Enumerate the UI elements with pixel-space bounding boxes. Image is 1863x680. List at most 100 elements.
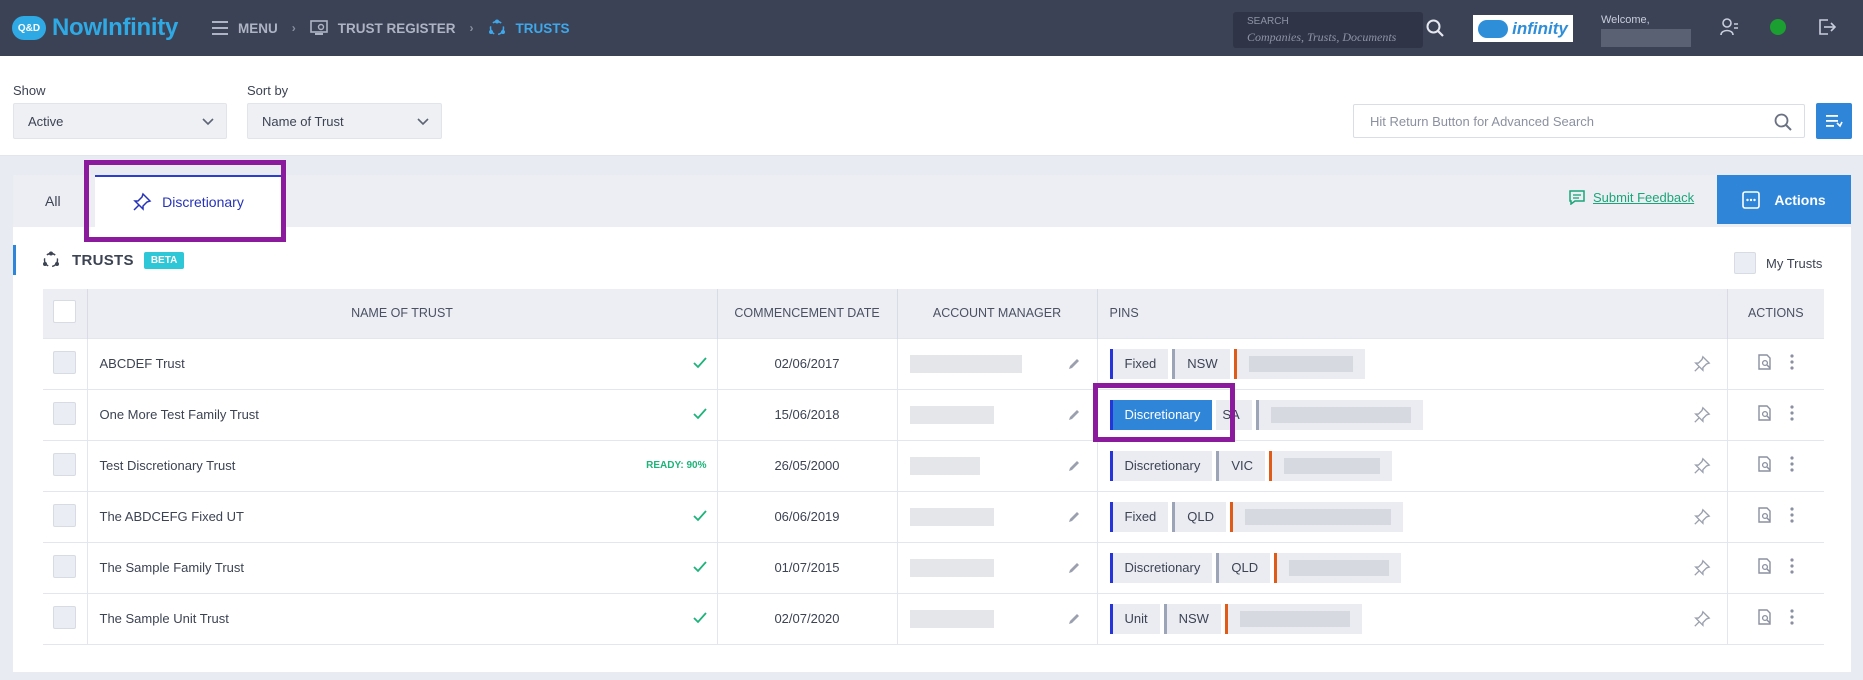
pin-state-tag[interactable]: NSW	[1163, 603, 1221, 634]
trust-name[interactable]: Test Discretionary Trust	[100, 458, 236, 473]
commencement-date: 26/05/2000	[717, 439, 898, 491]
more-vertical-icon[interactable]	[1789, 558, 1795, 574]
pin-type-tag[interactable]: Unit	[1109, 603, 1160, 634]
trust-name-cell[interactable]: The Sample Unit Trust	[87, 592, 718, 645]
table-row[interactable]: ABCDEF Trust 02/06/2017 Fixed NSW	[43, 337, 1824, 389]
view-document-icon[interactable]	[1757, 456, 1773, 472]
trust-name[interactable]: The Sample Family Trust	[100, 560, 245, 575]
add-pin-icon[interactable]	[1693, 406, 1711, 424]
account-manager-cell	[897, 388, 1098, 440]
add-pin-icon[interactable]	[1693, 559, 1711, 577]
edit-pencil-icon[interactable]	[1067, 612, 1081, 626]
pin-state-tag[interactable]: QLD	[1216, 552, 1271, 583]
pin-type-tag[interactable]: Discretionary	[1109, 552, 1213, 583]
add-pin-icon[interactable]	[1693, 508, 1711, 526]
search-icon[interactable]	[1426, 19, 1444, 37]
account-manager-redacted	[909, 405, 994, 424]
actions-button[interactable]: Actions	[1717, 175, 1851, 224]
table-row[interactable]: The ABDCEFG Fixed UT 06/06/2019 Fixed QLD	[43, 490, 1824, 542]
pin-list: Fixed QLD	[1109, 501, 1727, 532]
view-document-icon[interactable]	[1757, 507, 1773, 523]
row-checkbox[interactable]	[53, 401, 77, 425]
pin-redacted	[1239, 610, 1350, 627]
row-checkbox[interactable]	[53, 503, 77, 527]
pin-redacted-tag[interactable]	[1274, 552, 1402, 583]
pin-type-tag[interactable]: Fixed	[1109, 501, 1169, 532]
more-vertical-icon[interactable]	[1789, 405, 1795, 421]
view-document-icon[interactable]	[1757, 558, 1773, 574]
pin-state-tag[interactable]: SA	[1216, 399, 1252, 430]
edit-pencil-icon[interactable]	[1067, 510, 1081, 524]
tabs-row: All Discretionary Submit Feedback Action…	[13, 175, 1851, 227]
edit-pencil-icon[interactable]	[1067, 357, 1081, 371]
more-vertical-icon[interactable]	[1789, 456, 1795, 472]
tab-all[interactable]: All	[45, 193, 61, 209]
add-pin-icon[interactable]	[1693, 457, 1711, 475]
view-document-icon[interactable]	[1757, 405, 1773, 421]
user-settings-icon[interactable]	[1720, 18, 1738, 36]
pin-type-tag[interactable]: Fixed	[1109, 348, 1169, 379]
sort-select[interactable]: Name of Trust	[247, 103, 442, 139]
view-document-icon[interactable]	[1757, 354, 1773, 370]
add-pin-icon[interactable]	[1693, 610, 1711, 628]
table-row[interactable]: The Sample Family Trust 01/07/2015 Discret…	[43, 541, 1824, 593]
advanced-filter-button[interactable]	[1816, 103, 1852, 139]
edit-pencil-icon[interactable]	[1067, 408, 1081, 422]
pin-redacted-tag[interactable]	[1255, 399, 1423, 430]
pin-state-tag[interactable]: NSW	[1172, 348, 1230, 379]
trust-name-cell[interactable]: ABCDEF Trust	[87, 337, 718, 389]
table-row[interactable]: The Sample Unit Trust 02/07/2020 Unit NSW	[43, 592, 1824, 645]
header-name[interactable]: NAME OF TRUST	[87, 289, 718, 338]
trust-name-cell[interactable]: The ABDCEFG Fixed UT	[87, 490, 718, 542]
select-all-checkbox[interactable]	[53, 300, 77, 324]
add-pin-icon[interactable]	[1693, 355, 1711, 373]
my-trusts-checkbox[interactable]	[1734, 252, 1756, 274]
breadcrumb-trusts[interactable]: TRUSTS	[488, 19, 570, 37]
table-row[interactable]: One More Test Family Trust 15/06/2018 Disc…	[43, 388, 1824, 440]
more-vertical-icon[interactable]	[1789, 507, 1795, 523]
edit-pencil-icon[interactable]	[1067, 561, 1081, 575]
row-checkbox[interactable]	[53, 452, 77, 476]
trust-name-cell[interactable]: Test Discretionary Trust READY: 90%	[87, 439, 718, 491]
more-vertical-icon[interactable]	[1789, 609, 1795, 625]
trust-name-cell[interactable]: One More Test Family Trust	[87, 388, 718, 440]
row-actions-cell	[1727, 388, 1824, 440]
trust-name-cell[interactable]: The Sample Family Trust	[87, 541, 718, 593]
trust-name[interactable]: ABCDEF Trust	[100, 356, 185, 371]
row-checkbox[interactable]	[53, 554, 77, 578]
menu-button[interactable]: MENU	[212, 21, 278, 36]
trust-name[interactable]: The Sample Unit Trust	[100, 611, 229, 626]
my-trusts-toggle[interactable]: My Trusts	[1734, 252, 1822, 274]
pin-redacted-tag[interactable]	[1224, 603, 1362, 634]
edit-pencil-icon[interactable]	[1067, 459, 1081, 473]
breadcrumb-trust-register[interactable]: TRUST REGISTER	[309, 20, 456, 36]
pin-state-tag[interactable]: QLD	[1172, 501, 1227, 532]
advanced-search-input[interactable]	[1354, 105, 1754, 137]
app-logo[interactable]: Q&D NowInfinity	[12, 14, 178, 42]
logout-icon[interactable]	[1818, 18, 1836, 36]
pin-type-tag[interactable]: Discretionary	[1109, 399, 1213, 430]
breadcrumb: MENU › TRUST REGISTER › TRUSTS	[212, 0, 570, 56]
row-checkbox[interactable]	[53, 350, 77, 374]
header-date[interactable]: COMMENCEMENT DATE	[717, 289, 898, 338]
pin-redacted-tag[interactable]	[1233, 348, 1365, 379]
tab-discretionary[interactable]: Discretionary	[95, 175, 281, 227]
pin-state-tag[interactable]: VIC	[1216, 450, 1266, 481]
search-icon[interactable]	[1774, 113, 1792, 131]
table-row[interactable]: Test Discretionary Trust READY: 90% 26/05/…	[43, 439, 1824, 491]
trust-name[interactable]: The ABDCEFG Fixed UT	[100, 509, 244, 524]
header-manager[interactable]: ACCOUNT MANAGER	[897, 289, 1098, 338]
pin-redacted-tag[interactable]	[1230, 501, 1404, 532]
trust-name[interactable]: One More Test Family Trust	[100, 407, 259, 422]
pin-redacted-tag[interactable]	[1269, 450, 1393, 481]
more-vertical-icon[interactable]	[1789, 354, 1795, 370]
pin-type-tag[interactable]: Discretionary	[1109, 450, 1213, 481]
global-search-input[interactable]: SEARCH Companies, Trusts, Documents	[1233, 12, 1423, 48]
filter-list-icon	[1826, 115, 1843, 128]
view-document-icon[interactable]	[1757, 609, 1773, 625]
submit-feedback-link[interactable]: Submit Feedback	[1569, 190, 1694, 205]
pin-list: Discretionary VIC	[1109, 450, 1727, 481]
submit-feedback-label: Submit Feedback	[1593, 190, 1695, 205]
show-select[interactable]: Active	[13, 103, 227, 139]
row-checkbox[interactable]	[53, 605, 77, 629]
